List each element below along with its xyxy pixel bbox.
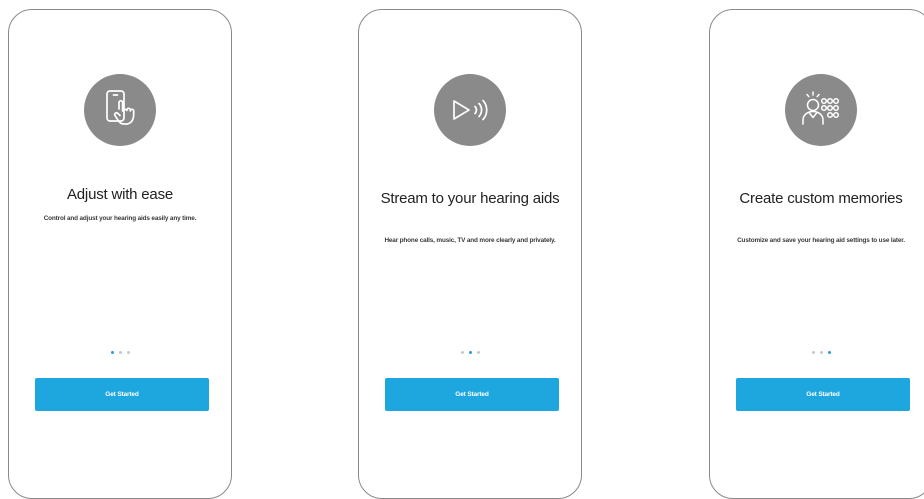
get-started-button[interactable]: Get Started [35, 378, 209, 411]
screen-title: Stream to your hearing aids [380, 190, 560, 207]
screen-title: Create custom memories [739, 190, 903, 207]
onboarding-screen-adjust: Adjust with ease Control and adjust your… [8, 9, 232, 499]
screen-description: Hear phone calls, music, TV and more cle… [384, 237, 556, 244]
screen-title: Adjust with ease [66, 186, 174, 203]
page-indicator [710, 351, 924, 354]
page-dot-2[interactable] [819, 351, 823, 354]
get-started-button[interactable]: Get Started [736, 378, 910, 411]
screen-description: Customize and save your hearing aid sett… [737, 237, 905, 244]
page-dot-1[interactable] [460, 351, 464, 354]
page-dot-3[interactable] [827, 351, 831, 354]
screen-description: Control and adjust your hearing aids eas… [43, 215, 197, 222]
onboarding-screen-memories: Create custom memories Customize and sav… [709, 9, 924, 499]
phone-touch-icon [84, 74, 156, 146]
page-dot-3[interactable] [126, 351, 130, 354]
page-dot-2[interactable] [468, 351, 472, 354]
onboarding-screen-stream: Stream to your hearing aids Hear phone c… [358, 9, 582, 499]
page-dot-3[interactable] [476, 351, 480, 354]
page-dot-1[interactable] [110, 351, 114, 354]
stream-audio-icon [434, 74, 506, 146]
page-indicator [359, 351, 581, 354]
page-dot-2[interactable] [118, 351, 122, 354]
page-dot-1[interactable] [811, 351, 815, 354]
get-started-button[interactable]: Get Started [385, 378, 559, 411]
page-indicator [9, 351, 231, 354]
custom-memories-icon [785, 74, 857, 146]
